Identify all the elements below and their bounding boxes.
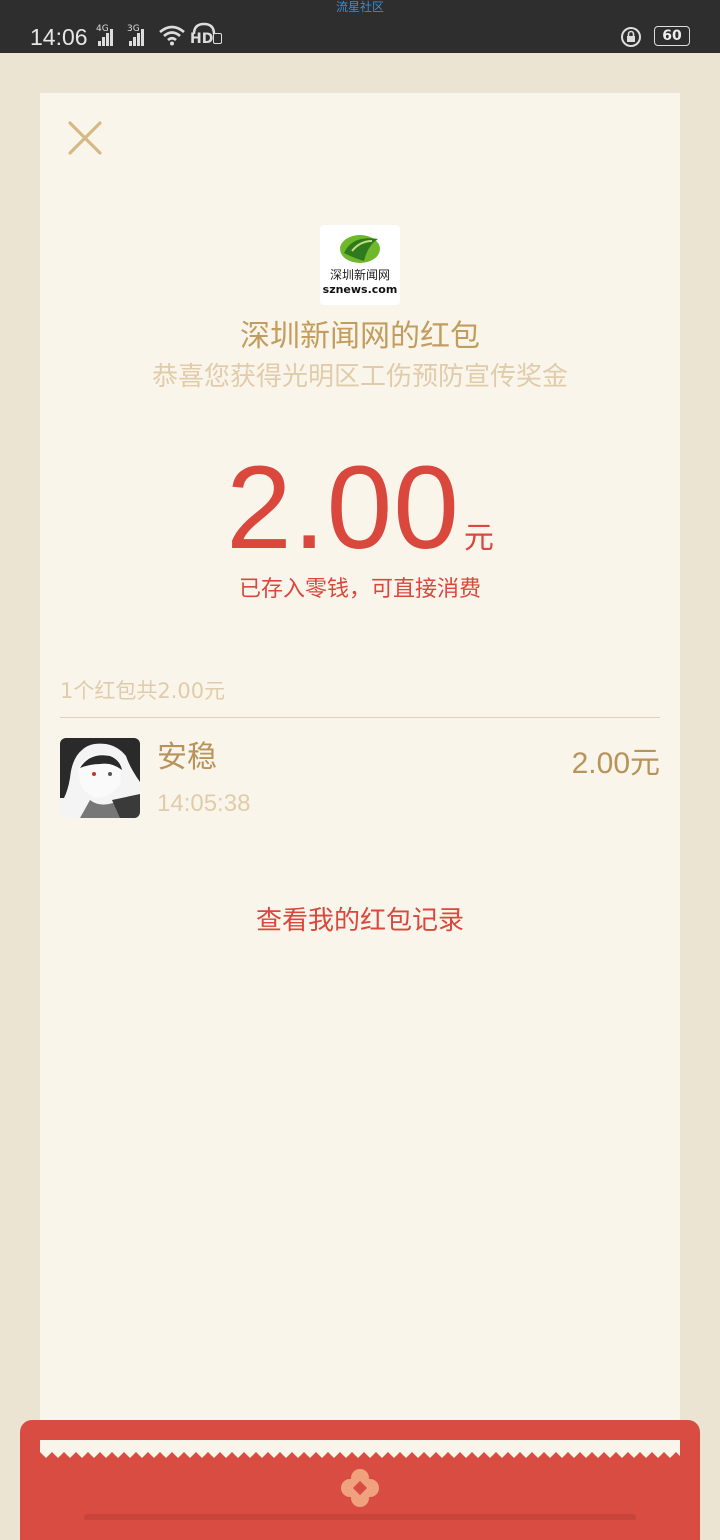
hd-call-icon: HD xyxy=(190,22,224,48)
packet-summary: 1个红包共2.00元 xyxy=(60,679,226,703)
red-packet-detail-card: 深圳新闻网 sznews.com 深圳新闻网的红包 恭喜您获得光明区工伤预防宣传… xyxy=(40,93,680,1453)
record-name: 安稳 xyxy=(157,740,217,775)
divider xyxy=(60,717,660,718)
logo-leaf-icon xyxy=(340,235,380,263)
record-amount: 2.00元 xyxy=(571,747,660,780)
sender-message: 恭喜您获得光明区工伤预防宣传奖金 xyxy=(151,362,568,392)
signal-icon-secondary: 3G xyxy=(127,24,155,48)
status-right-group: 60 xyxy=(600,24,690,50)
hd-label: HD xyxy=(190,31,214,47)
avatar xyxy=(60,738,140,818)
sender-logo: 深圳新闻网 sznews.com xyxy=(320,225,400,305)
list-item[interactable]: 安稳 14:05:38 2.00元 xyxy=(60,738,660,820)
rotation-lock-icon xyxy=(621,27,641,47)
emblem-icon xyxy=(341,1469,379,1507)
status-bar: 流星社区 14:06 4G 3G HD 60 xyxy=(0,0,720,53)
status-time: 14:06 xyxy=(30,24,88,50)
amount-display: 2.00 元 xyxy=(40,443,680,573)
logo-text: 深圳新闻网 xyxy=(329,268,390,282)
logo-domain: sznews.com xyxy=(322,283,398,296)
amount-unit: 元 xyxy=(463,521,494,556)
envelope-zigzag-edge xyxy=(40,1440,680,1458)
status-top-label: 流星社区 xyxy=(335,0,384,14)
wifi-icon xyxy=(159,25,185,46)
sender-title: 深圳新闻网的红包 xyxy=(240,319,480,354)
envelope-slot xyxy=(84,1514,636,1520)
signal-icon: 4G xyxy=(96,24,124,48)
view-records-link[interactable]: 查看我的红包记录 xyxy=(40,903,680,939)
amount-value: 2.00 xyxy=(226,442,460,574)
close-icon[interactable] xyxy=(65,118,105,158)
record-time: 14:05:38 xyxy=(157,790,251,817)
amount-note: 已存入零钱，可直接消费 xyxy=(238,577,481,602)
battery-icon: 60 xyxy=(654,26,690,46)
